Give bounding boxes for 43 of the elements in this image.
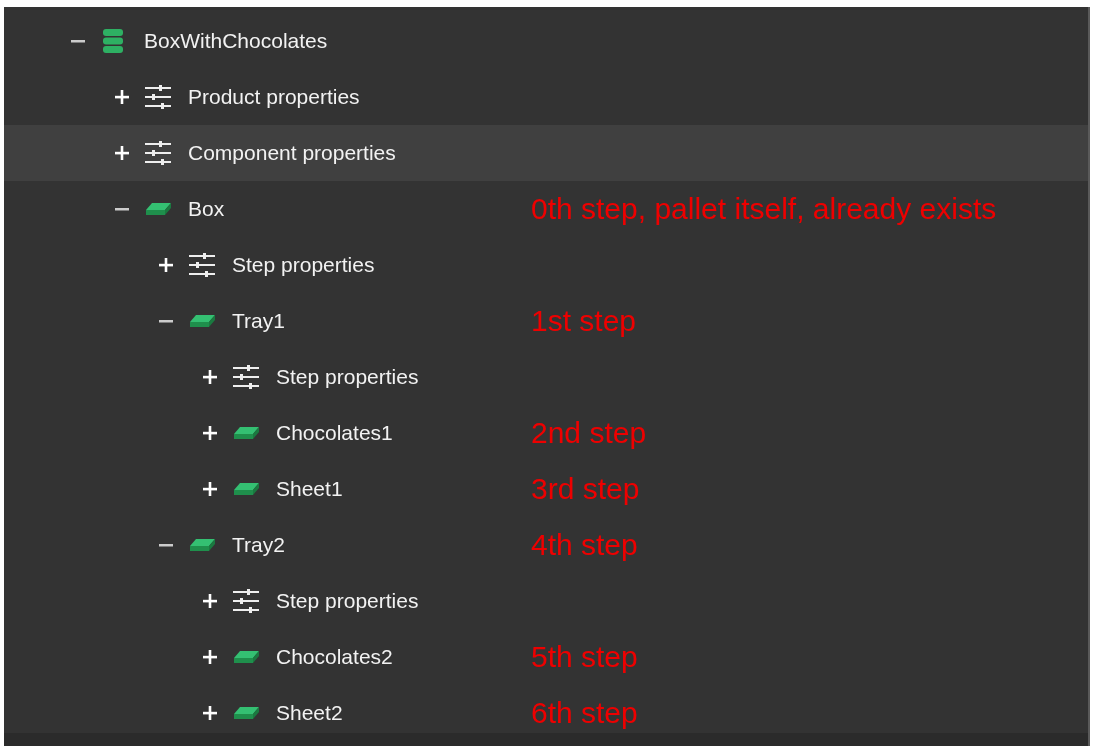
sliders-icon bbox=[144, 141, 172, 165]
expand-icon[interactable] bbox=[202, 369, 218, 385]
tree-item-label[interactable]: Component properties bbox=[188, 141, 396, 165]
sliders-icon bbox=[232, 589, 260, 613]
annotation: 5th step bbox=[530, 640, 639, 674]
expand-icon[interactable] bbox=[202, 481, 218, 497]
expand-icon[interactable] bbox=[114, 145, 130, 161]
expand-icon[interactable] bbox=[114, 89, 130, 105]
expand-icon[interactable] bbox=[158, 257, 174, 273]
tree-item-label[interactable]: Sheet2 bbox=[276, 701, 343, 725]
slab-icon bbox=[232, 482, 260, 496]
sliders-icon bbox=[188, 253, 216, 277]
tree-item-label[interactable]: Step properties bbox=[232, 253, 375, 277]
selected-row[interactable]: Component properties bbox=[4, 125, 1088, 181]
sliders-icon bbox=[232, 365, 260, 389]
tree-item-label[interactable]: Sheet1 bbox=[276, 477, 343, 501]
tree-item-label[interactable]: Chocolates1 bbox=[276, 421, 393, 445]
tree-item-label[interactable]: Tray2 bbox=[232, 533, 285, 557]
layers-icon bbox=[100, 28, 126, 54]
slab-icon bbox=[188, 314, 216, 328]
annotation: 6th step bbox=[530, 696, 639, 730]
expand-icon[interactable] bbox=[202, 649, 218, 665]
tree-item-label[interactable]: Tray1 bbox=[232, 309, 285, 333]
slab-icon bbox=[232, 650, 260, 664]
annotation: 2nd step bbox=[530, 416, 648, 450]
slab-icon bbox=[232, 426, 260, 440]
tree-item-label[interactable]: Step properties bbox=[276, 589, 419, 613]
tree-item-label[interactable]: Chocolates2 bbox=[276, 645, 393, 669]
tree-item-label[interactable]: Step properties bbox=[276, 365, 419, 389]
slab-icon bbox=[188, 538, 216, 552]
sliders-icon bbox=[144, 85, 172, 109]
tree-item-label[interactable]: BoxWithChocolates bbox=[144, 29, 328, 53]
expand-icon[interactable] bbox=[202, 425, 218, 441]
annotation: 3rd step bbox=[530, 472, 641, 506]
annotation: 0th step, pallet itself, already exists bbox=[530, 192, 998, 226]
annotation: 1st step bbox=[530, 304, 638, 338]
annotation: 4th step bbox=[530, 528, 639, 562]
expand-icon[interactable] bbox=[202, 705, 218, 721]
tree-item-label[interactable]: Product properties bbox=[188, 85, 360, 109]
expand-icon[interactable] bbox=[202, 593, 218, 609]
slab-icon bbox=[144, 202, 172, 216]
slab-icon bbox=[232, 706, 260, 720]
tree-item-label[interactable]: Box bbox=[188, 197, 225, 221]
